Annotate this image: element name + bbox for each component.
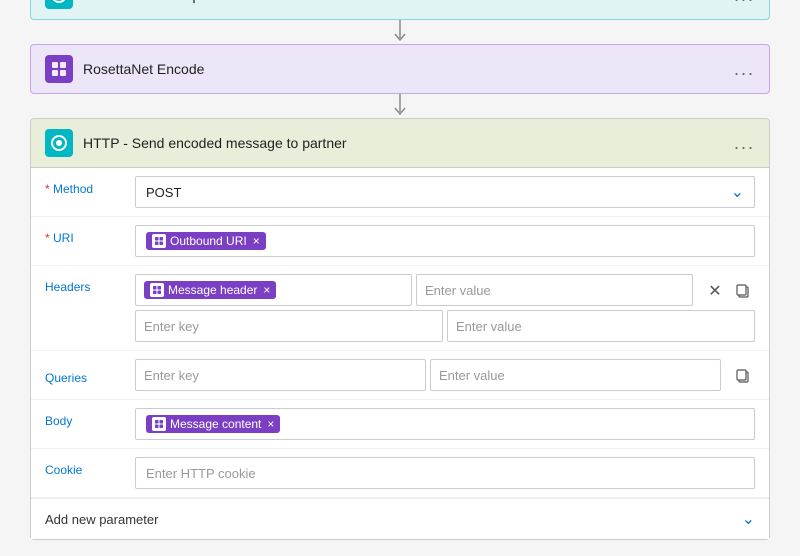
headers-grid: Message header × Enter value ✕ [135, 274, 755, 342]
http-send-more-button[interactable]: ... [734, 133, 755, 154]
http-send-icon [45, 129, 73, 157]
queries-key[interactable]: Enter key [135, 359, 426, 391]
queries-value[interactable]: Enter value [430, 359, 721, 391]
method-value: POST [146, 185, 181, 200]
add-param-row[interactable]: Add new parameter ⌄ [31, 498, 769, 539]
header-tag-icon-1 [150, 283, 164, 297]
add-param-chevron-icon: ⌄ [742, 509, 755, 529]
header-key-placeholder-2: Enter key [144, 319, 199, 334]
header-value-placeholder-2: Enter value [456, 319, 522, 334]
header-copy-button-1[interactable] [731, 279, 755, 303]
rosetta-label: RosettaNet Encode [83, 61, 734, 77]
http-send-header: HTTP - Send encoded message to partner .… [31, 119, 769, 168]
trigger-step: When a HTTP request is received ... [30, 0, 770, 20]
header-key-2[interactable]: Enter key [135, 310, 443, 342]
header-actions-1: ✕ [703, 277, 755, 303]
uri-label: URI [45, 225, 135, 245]
http-send-body: Method POST ⌄ URI [31, 168, 769, 539]
uri-row: URI Outbound [31, 217, 769, 266]
cookie-placeholder: Enter HTTP cookie [146, 466, 256, 481]
uri-input[interactable]: Outbound URI × [135, 225, 755, 257]
queries-pair: Enter key Enter value [135, 359, 755, 391]
method-row: Method POST ⌄ [31, 168, 769, 217]
header-value-placeholder-1: Enter value [425, 283, 491, 298]
http-send-label: HTTP - Send encoded message to partner [83, 135, 734, 151]
body-content: Message content × [135, 408, 755, 440]
rosetta-icon [45, 55, 73, 83]
header-pair-2: Enter key Enter value [135, 310, 755, 342]
headers-label: Headers [45, 274, 135, 294]
uri-tag-label: Outbound URI [170, 234, 247, 248]
body-tag-icon [152, 417, 166, 431]
queries-key-placeholder: Enter key [144, 368, 199, 383]
headers-row: Headers [31, 266, 769, 351]
trigger-icon [45, 0, 73, 9]
header-delete-button-1[interactable]: ✕ [703, 279, 727, 303]
queries-value-placeholder: Enter value [439, 368, 505, 383]
arrow-1 [30, 20, 770, 44]
queries-label: Queries [45, 365, 135, 385]
body-tag-close-button[interactable]: × [267, 417, 274, 431]
body-input[interactable]: Message content × [135, 408, 755, 440]
method-chevron-icon: ⌄ [731, 182, 744, 202]
queries-actions [731, 362, 755, 388]
uri-content: Outbound URI × [135, 225, 755, 257]
cookie-content: Enter HTTP cookie [135, 457, 755, 489]
uri-tag-close-button[interactable]: × [253, 234, 260, 248]
body-tag: Message content × [146, 415, 280, 433]
arrow-2 [30, 94, 770, 118]
header-tag-close-1[interactable]: × [263, 283, 270, 297]
header-value-1[interactable]: Enter value [416, 274, 693, 306]
header-tag-label-1: Message header [168, 283, 257, 297]
add-param-label: Add new parameter [45, 512, 158, 527]
trigger-label: When a HTTP request is received [83, 0, 734, 3]
body-row: Body Message [31, 400, 769, 449]
uri-tag-icon [152, 234, 166, 248]
trigger-more-button[interactable]: ... [734, 0, 755, 6]
queries-copy-button[interactable] [731, 364, 755, 388]
cookie-label: Cookie [45, 457, 135, 477]
rosetta-more-button[interactable]: ... [734, 59, 755, 80]
uri-tag: Outbound URI × [146, 232, 266, 250]
method-label: Method [45, 176, 135, 196]
method-content: POST ⌄ [135, 176, 755, 208]
body-tag-label: Message content [170, 417, 261, 431]
header-pair-1: Message header × Enter value ✕ [135, 274, 755, 306]
http-send-card: HTTP - Send encoded message to partner .… [30, 118, 770, 540]
header-value-2[interactable]: Enter value [447, 310, 755, 342]
body-label: Body [45, 408, 135, 428]
queries-grid: Enter key Enter value [135, 359, 755, 391]
queries-row: Queries Enter key Enter value [31, 351, 769, 400]
cookie-input[interactable]: Enter HTTP cookie [135, 457, 755, 489]
header-tag-1: Message header × [144, 281, 276, 299]
header-key-1[interactable]: Message header × [135, 274, 412, 306]
method-select[interactable]: POST ⌄ [135, 176, 755, 208]
cookie-row: Cookie Enter HTTP cookie [31, 449, 769, 498]
rosetta-step: RosettaNet Encode ... [30, 44, 770, 94]
